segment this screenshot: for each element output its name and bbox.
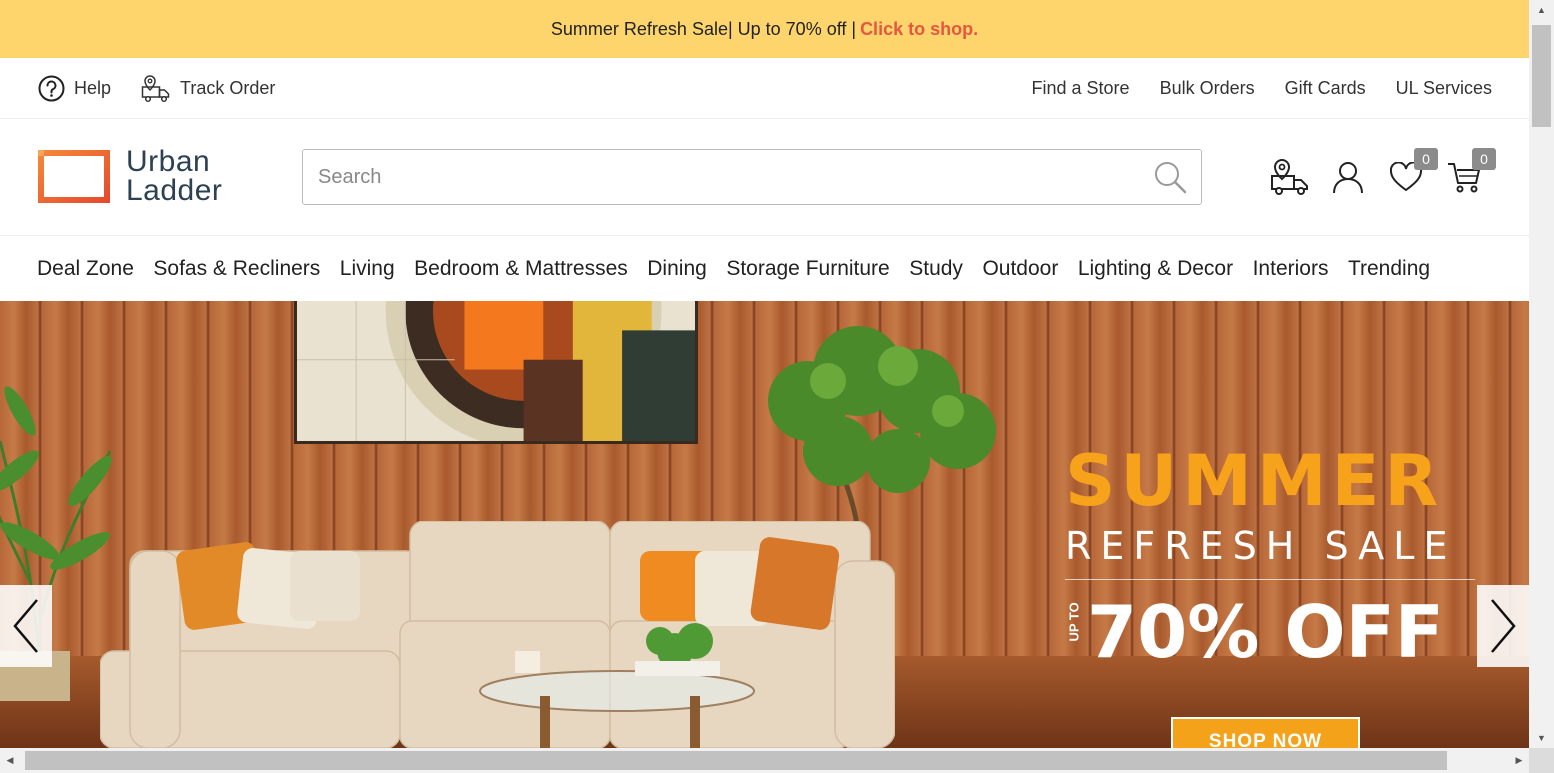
logo-mark-icon bbox=[38, 149, 110, 203]
vertical-scroll-thumb[interactable] bbox=[1532, 25, 1551, 127]
carousel-next-button[interactable] bbox=[1477, 585, 1529, 667]
nav-item-trending[interactable]: Trending bbox=[1348, 257, 1430, 281]
scroll-right-arrow-icon[interactable]: ▶ bbox=[1509, 748, 1529, 773]
delivery-location-icon bbox=[1271, 158, 1308, 195]
promo-discount: 70% OFF bbox=[1087, 590, 1444, 674]
nav-item-deal-zone[interactable]: Deal Zone bbox=[37, 257, 134, 281]
scrollbar-corner bbox=[1529, 748, 1554, 773]
vertical-scrollbar[interactable]: ▲ ▼ bbox=[1529, 0, 1554, 748]
wall-art-painting bbox=[294, 301, 698, 444]
scroll-down-arrow-icon[interactable]: ▼ bbox=[1529, 728, 1554, 748]
nav-item-storage-furniture[interactable]: Storage Furniture bbox=[726, 257, 889, 281]
track-order-link[interactable]: Track Order bbox=[141, 73, 275, 103]
wishlist-count-badge: 0 bbox=[1414, 148, 1438, 170]
bulk-orders-link[interactable]: Bulk Orders bbox=[1160, 78, 1255, 99]
search-input[interactable] bbox=[317, 165, 1153, 189]
nav-item-lighting-decor[interactable]: Lighting & Decor bbox=[1078, 257, 1233, 281]
scroll-up-arrow-icon[interactable]: ▲ bbox=[1529, 0, 1554, 20]
utility-bar: Help Track Order Find a Store Bulk Order… bbox=[0, 58, 1529, 119]
sale-promo: SUMMER REFRESH SALE UP TO 70% OFF bbox=[1065, 441, 1475, 674]
user-icon bbox=[1333, 162, 1363, 194]
announcement-text: Summer Refresh Sale| Up to 70% off | bbox=[550, 18, 857, 39]
carousel-prev-button[interactable] bbox=[0, 585, 52, 667]
ul-services-link[interactable]: UL Services bbox=[1396, 78, 1492, 99]
nav-item-dining[interactable]: Dining bbox=[647, 257, 707, 281]
horizontal-scroll-thumb[interactable] bbox=[25, 751, 1447, 770]
wishlist-button[interactable]: 0 bbox=[1386, 148, 1438, 199]
delivery-truck-icon bbox=[141, 75, 170, 103]
promo-upto: UP TO bbox=[1066, 601, 1082, 641]
help-icon bbox=[38, 75, 65, 101]
gift-cards-link[interactable]: Gift Cards bbox=[1285, 78, 1366, 99]
category-nav: Deal Zone Sofas & Recliners Living Bedro… bbox=[0, 236, 1529, 301]
help-link[interactable]: Help bbox=[38, 75, 111, 102]
search-icon[interactable] bbox=[1153, 160, 1187, 194]
horizontal-scrollbar[interactable]: ◀ ▶ bbox=[0, 748, 1529, 773]
logo-text-urban: Urban bbox=[126, 145, 211, 178]
nav-item-bedroom-mattresses[interactable]: Bedroom & Mattresses bbox=[414, 257, 628, 281]
logo-text-ladder: Ladder bbox=[126, 174, 223, 207]
promo-headline: SUMMER bbox=[1065, 440, 1444, 522]
nav-item-interiors[interactable]: Interiors bbox=[1253, 257, 1329, 281]
chevron-left-icon bbox=[13, 599, 38, 653]
nav-item-sofas-recliners[interactable]: Sofas & Recliners bbox=[153, 257, 320, 281]
cart-button[interactable]: 0 bbox=[1444, 148, 1496, 199]
nav-item-outdoor[interactable]: Outdoor bbox=[982, 257, 1058, 281]
page: Summer Refresh Sale| Up to 70% off | Cli… bbox=[0, 0, 1529, 748]
announcement-bar: Summer Refresh Sale| Up to 70% off | Cli… bbox=[0, 0, 1529, 58]
help-label: Help bbox=[74, 77, 112, 98]
urban-ladder-logo[interactable]: Urban Ladder bbox=[38, 145, 223, 207]
hero-banner[interactable]: SUMMER REFRESH SALE UP TO 70% OFF SHOP N… bbox=[0, 301, 1529, 748]
promo-subhead: REFRESH SALE bbox=[1065, 521, 1475, 580]
sectional-sofa bbox=[100, 521, 895, 748]
announcement-shop-link[interactable]: Click to shop. bbox=[860, 19, 978, 40]
track-order-label: Track Order bbox=[180, 77, 276, 98]
store-locator-button[interactable] bbox=[1270, 155, 1310, 199]
scroll-left-arrow-icon[interactable]: ◀ bbox=[0, 748, 20, 773]
shop-now-button[interactable]: SHOP NOW bbox=[1171, 717, 1360, 748]
nav-item-living[interactable]: Living bbox=[340, 257, 395, 281]
cart-count-badge: 0 bbox=[1472, 148, 1496, 170]
account-button[interactable] bbox=[1328, 155, 1368, 199]
search-box bbox=[302, 149, 1202, 205]
chevron-right-icon bbox=[1491, 599, 1516, 653]
nav-item-study[interactable]: Study bbox=[909, 257, 963, 281]
site-header: Urban Ladder Search 0 0 bbox=[0, 119, 1529, 236]
find-store-link[interactable]: Find a Store bbox=[1032, 78, 1130, 99]
